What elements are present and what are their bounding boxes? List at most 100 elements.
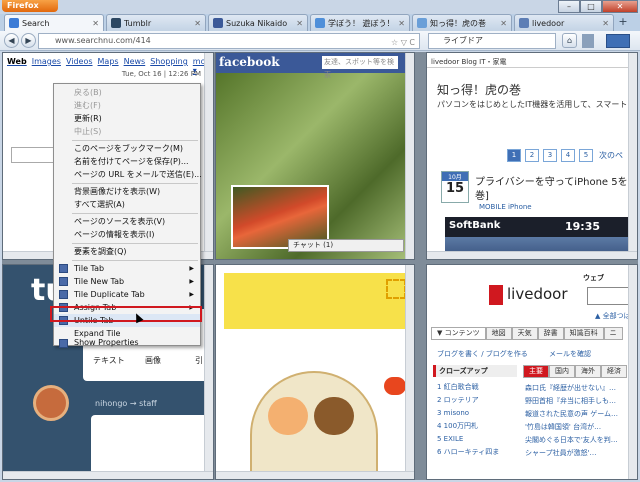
nav-maps[interactable]: Maps (98, 57, 119, 75)
nav-web[interactable]: Web (7, 57, 27, 75)
menu-tile-tab[interactable]: Tile Tab ▶ (54, 262, 200, 275)
menu-view-background[interactable]: 背景画像だけを表示(W) (54, 185, 200, 198)
next-page-link[interactable]: 次のペ (599, 150, 623, 161)
news-item[interactable]: 報道された民意の声 ゲーム… (525, 408, 629, 421)
close-tab-icon[interactable]: ✕ (296, 19, 303, 28)
home-button[interactable]: ⌂ (562, 33, 577, 48)
tab-world[interactable]: 海外 (575, 365, 601, 378)
menu-view-source[interactable]: ページのソースを表示(V) (54, 215, 200, 228)
blog-links[interactable]: ブログを書く / ブログを作る (437, 349, 528, 359)
menu-save-page[interactable]: 名前を付けてページを保存(P)... (54, 155, 200, 168)
facebook-search-input[interactable]: 友達、スポット等を検索 (322, 56, 398, 79)
post-type-photo[interactable]: 画像 (145, 355, 161, 366)
tile-view-icon[interactable] (606, 34, 630, 48)
nav-dictionary[interactable]: 辞書 (537, 327, 564, 340)
facebook-logo[interactable]: facebook (219, 55, 280, 69)
tab-blog[interactable]: 知っ得！虎の巻 ✕ (412, 14, 512, 31)
menu-tile-new-tab[interactable]: Tile New Tab ▶ (54, 275, 200, 288)
ranking-item[interactable]: 3 misono (437, 407, 499, 420)
ranking-item[interactable]: 2 ロッテリア (437, 394, 499, 407)
news-item[interactable]: '竹島は韓国領' 台湾が… (525, 421, 629, 434)
forward-button[interactable]: ▶ (21, 33, 36, 48)
avatar[interactable] (33, 385, 69, 421)
post-headline-2[interactable]: 巻] (475, 187, 489, 202)
new-tab-button[interactable]: + (616, 15, 630, 30)
nav-images[interactable]: Images (32, 57, 61, 75)
news-item[interactable]: 尖閣めぐる日本で'友人を判… (525, 434, 629, 447)
tab-facebook[interactable]: Suzuka Nikaido ✕ (208, 14, 308, 31)
bookmarks-icon[interactable] (582, 34, 594, 48)
menu-select-all[interactable]: すべて選択(A) (54, 198, 200, 211)
blog-pane[interactable]: livedoor Blog IT・家電 知っ得！虎の巻 パソコンをはじめとしたI… (426, 52, 638, 260)
menu-send-link[interactable]: ページの URL をメールで送信(E)... (54, 168, 202, 181)
scrollbar[interactable] (405, 53, 414, 259)
tab-economy[interactable]: 経済 (601, 365, 627, 378)
menu-back[interactable]: 戻る(B) (54, 86, 200, 99)
menu-reload[interactable]: 更新(R) (54, 112, 200, 125)
facebook-pane[interactable]: facebook 友達、スポット等を検索 チャット (1) (215, 52, 415, 260)
tab-search[interactable]: Search ✕ (4, 14, 104, 31)
page-3[interactable]: 3 (543, 149, 557, 162)
post-type-quote[interactable]: 引 (195, 355, 203, 366)
close-tab-icon[interactable]: ✕ (92, 19, 99, 28)
livedoor-logo[interactable]: livedoor (507, 285, 567, 303)
scrollbar[interactable] (628, 265, 637, 479)
livedoor-pane[interactable]: ウェブ livedoor ▲ 全部つば ▼ コンテンツ 地図 天気 辞書 知識百… (426, 264, 638, 480)
ranking-item[interactable]: 4 100万円札 (437, 420, 499, 433)
top-link[interactable]: ▲ 全部つば (595, 311, 631, 321)
menu-tile-duplicate-tab[interactable]: Tile Duplicate Tab ▶ (54, 288, 200, 301)
tab-tumblr[interactable]: Tumblr ✕ (106, 14, 206, 31)
post-type-text[interactable]: テキスト (93, 355, 125, 366)
horizontal-scrollbar[interactable] (427, 251, 637, 259)
livedoor-search-input[interactable] (587, 287, 629, 305)
minimize-button[interactable]: – (558, 0, 580, 13)
tab-web[interactable]: ウェブ (583, 273, 604, 283)
news-item[interactable]: 森口氏『経歴が出せない』… (525, 382, 629, 395)
mail-link[interactable]: メールを確認 (549, 349, 591, 359)
chat-bar[interactable]: チャット (1) (288, 239, 404, 252)
url-bar-icons[interactable]: ☆ ▽ C (391, 36, 415, 50)
maximize-button[interactable]: □ (580, 0, 602, 13)
news-item[interactable]: シャープ社員が激怒'… (525, 447, 629, 460)
tab-main[interactable]: 主要 (523, 365, 549, 378)
nav-news[interactable]: ニ (603, 327, 623, 340)
tab-livedoor[interactable]: livedoor ✕ (514, 14, 614, 31)
nav-videos[interactable]: Videos (66, 57, 93, 75)
close-tab-icon[interactable]: ✕ (194, 19, 201, 28)
tab-manabou[interactable]: 学ぼう！ 遊ぼう！ ✕ (310, 14, 410, 31)
scrollbar[interactable] (405, 265, 414, 479)
menu-inspect-element[interactable]: 要素を調査(Q) (54, 245, 200, 258)
firefox-menu-button[interactable]: Firefox (2, 0, 58, 12)
page-5[interactable]: 5 (579, 149, 593, 162)
scrollbar[interactable] (204, 53, 213, 259)
page-2[interactable]: 2 (525, 149, 539, 162)
horizontal-scrollbar[interactable] (216, 471, 414, 479)
close-tab-icon[interactable]: ✕ (500, 19, 507, 28)
tab-domestic[interactable]: 国内 (549, 365, 575, 378)
blog-title[interactable]: 知っ得！虎の巻 (437, 81, 521, 98)
scrollbar[interactable] (204, 265, 213, 479)
ranking-item[interactable]: 6 ハローキティ四ま (437, 446, 499, 459)
blog-brand[interactable]: livedoor Blog IT・家電 (431, 57, 507, 67)
manabou-pane[interactable] (215, 264, 415, 480)
menu-stop[interactable]: 中止(S) (54, 125, 200, 138)
nav-contents[interactable]: ▼ コンテンツ (431, 327, 486, 340)
page-4[interactable]: 4 (561, 149, 575, 162)
page-1[interactable]: 1 (507, 149, 521, 162)
search-box[interactable] (11, 147, 59, 163)
url-bar[interactable]: www.searchnu.com/414 ☆ ▽ C (38, 33, 420, 49)
menu-bookmark-page[interactable]: このページをブックマーク(M) (54, 142, 200, 155)
menu-page-info[interactable]: ページの情報を表示(I) (54, 228, 200, 241)
close-tab-icon[interactable]: ✕ (602, 19, 609, 28)
search-input[interactable]: ライブドア (428, 33, 556, 49)
post-headline[interactable]: プライバシーを守ってiPhone 5を (475, 173, 628, 188)
news-item[interactable]: 野田首相『弁当に相手しも… (525, 395, 629, 408)
post-category[interactable]: MOBILE iPhone (479, 203, 532, 211)
nav-encyclopedia[interactable]: 知識百科 (563, 327, 604, 340)
close-tab-icon[interactable]: ✕ (398, 19, 405, 28)
ranking-item[interactable]: 1 紅白歌合戦 (437, 381, 499, 394)
horizontal-scrollbar[interactable] (3, 471, 213, 479)
nav-weather[interactable]: 天気 (511, 327, 538, 340)
menu-forward[interactable]: 進む(F) (54, 99, 200, 112)
scrollbar[interactable] (628, 53, 637, 259)
